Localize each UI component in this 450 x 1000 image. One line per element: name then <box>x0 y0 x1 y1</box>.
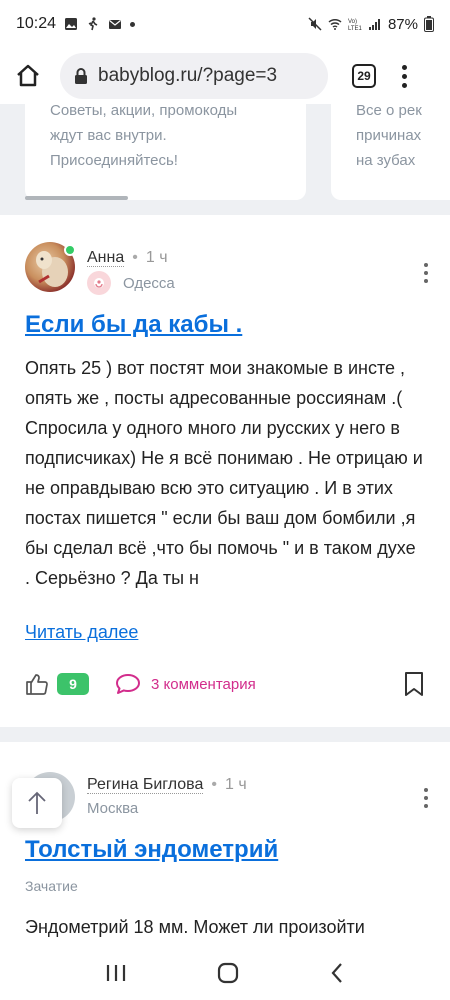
tab-switcher-button[interactable]: 29 <box>352 64 376 88</box>
post-location-row: Одесса <box>87 271 175 295</box>
promo-card[interactable]: Все о рек причинах на зубах <box>331 104 450 200</box>
svg-text:Vo): Vo) <box>348 19 357 25</box>
promo-card[interactable]: Советы, акции, промокоды ждут вас внутри… <box>25 104 306 200</box>
page-content: Советы, акции, промокоды ждут вас внутри… <box>0 104 450 946</box>
gallery-icon <box>65 18 78 30</box>
separator-dot: • <box>211 776 217 793</box>
post-time: 1 ч <box>224 776 247 793</box>
promo-carousel[interactable]: Советы, акции, промокоды ждут вас внутри… <box>0 104 450 204</box>
thumb-up-icon[interactable] <box>25 672 49 696</box>
mail-icon <box>109 20 122 29</box>
scroll-to-top-button[interactable] <box>12 778 62 828</box>
author-name[interactable]: Регина Биглова <box>87 776 204 794</box>
promo-text-line: причинах <box>356 127 422 144</box>
post-menu-button[interactable] <box>424 263 428 283</box>
home-icon[interactable] <box>14 62 42 90</box>
post-body: Опять 25 ) вот постят мои знакомые в инс… <box>25 358 423 588</box>
post-title[interactable]: Если бы да кабы . <box>25 311 242 339</box>
battery-percent: 87% <box>387 15 418 33</box>
post-author-row: Регина Биглова • 1 ч <box>87 776 247 794</box>
post-author-row: Анна • 1 ч <box>87 249 168 267</box>
battery-icon <box>424 16 434 32</box>
promo-text-line: Присоединяйтесь! <box>50 152 178 169</box>
promo-text-line: Все о рек <box>356 104 422 119</box>
browser-menu-button[interactable] <box>402 64 407 88</box>
post-menu-button[interactable] <box>424 788 428 808</box>
walking-icon <box>88 17 98 31</box>
system-nav-bar <box>0 946 450 1000</box>
post-category[interactable]: Зачатие <box>25 878 78 894</box>
arrow-up-icon <box>28 791 46 814</box>
post-time: 1 ч <box>145 249 168 266</box>
post-card: Анна • 1 ч Одесса Если бы да кабы . Опять … <box>0 215 450 727</box>
volte-icon: Vo)LTE1 <box>348 19 362 31</box>
promo-text-line: Советы, акции, промокоды <box>50 104 238 119</box>
rose-badge-icon <box>87 271 111 295</box>
svg-text:LTE1: LTE1 <box>348 26 362 31</box>
home-nav-icon[interactable] <box>217 962 239 984</box>
author-name[interactable]: Анна <box>87 249 125 267</box>
post-body: Эндометрий 18 мм. Может ли произойти <box>25 917 365 937</box>
separator-dot: • <box>132 249 138 266</box>
status-bar: 10:24 Vo) LTE1 87% <box>0 0 450 48</box>
url-text: babyblog.ru/?page=3 <box>98 65 278 86</box>
comment-bubble-icon <box>116 674 140 694</box>
tab-count: 29 <box>357 69 371 83</box>
location-text: Москва <box>87 800 139 817</box>
online-indicator <box>64 244 76 256</box>
signal-icon <box>368 19 380 30</box>
read-more-link[interactable]: Читать далее <box>25 622 138 643</box>
recent-apps-icon[interactable] <box>105 963 127 983</box>
carousel-scrollbar <box>25 196 128 200</box>
post-card: Регина Биглова • 1 ч Москва Толстый эндоме… <box>0 742 450 946</box>
back-icon[interactable] <box>329 962 345 984</box>
notification-dot-icon <box>130 21 136 27</box>
lock-icon <box>75 68 87 84</box>
wifi-icon <box>328 18 342 30</box>
post-title[interactable]: Толстый эндометрий <box>25 836 278 864</box>
post-location-row: Москва <box>87 800 138 817</box>
clock: 10:24 <box>16 15 57 32</box>
post-actions: 9 3 комментария <box>25 671 425 697</box>
comments-button[interactable]: 3 комментария <box>115 672 256 696</box>
address-bar[interactable]: babyblog.ru/?page=3 <box>60 53 328 99</box>
location-text: Одесса <box>123 274 175 292</box>
promo-text-line: на зубах <box>356 152 416 169</box>
comments-count-text: 3 комментария <box>151 675 256 693</box>
promo-text-line: ждут вас внутри. <box>50 127 167 144</box>
mute-icon <box>308 17 322 31</box>
bookmark-icon[interactable] <box>403 671 425 697</box>
browser-toolbar: babyblog.ru/?page=3 29 <box>0 48 450 104</box>
like-count-badge: 9 <box>57 673 89 695</box>
